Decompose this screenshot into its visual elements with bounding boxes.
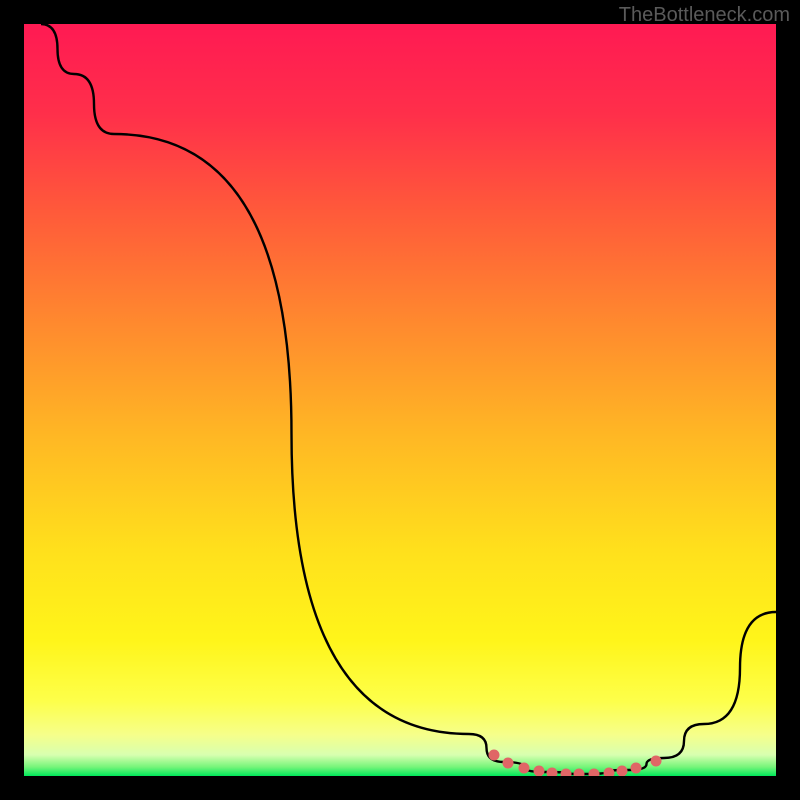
optimum-marker-dot	[604, 768, 615, 777]
optimum-marker-dot	[631, 763, 642, 774]
chart-plot-area	[24, 24, 776, 776]
bottleneck-curve	[24, 24, 776, 776]
optimum-marker-dot	[574, 769, 585, 777]
optimum-marker-dot	[651, 756, 662, 767]
optimum-marker-dot	[617, 766, 628, 777]
optimum-marker-dot	[503, 758, 514, 769]
optimum-marker-dot	[534, 766, 545, 777]
optimum-marker-dot	[547, 768, 558, 777]
optimum-marker-dot	[489, 750, 500, 761]
optimum-marker-dot	[561, 769, 572, 777]
watermark: TheBottleneck.com	[619, 4, 790, 27]
optimum-marker-dot	[589, 769, 600, 777]
optimum-marker-dot	[519, 763, 530, 774]
